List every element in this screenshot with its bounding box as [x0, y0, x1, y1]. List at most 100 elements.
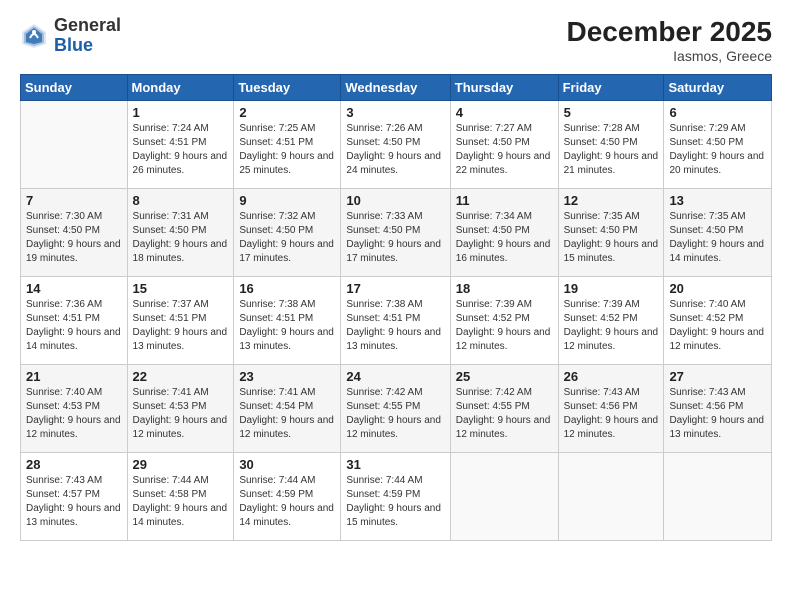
day-info: Sunrise: 7:24 AMSunset: 4:51 PMDaylight:…	[133, 122, 229, 178]
day-info: Sunrise: 7:43 AMSunset: 4:56 PMDaylight:…	[564, 386, 659, 442]
day-info: Sunrise: 7:27 AMSunset: 4:50 PMDaylight:…	[456, 122, 553, 178]
calendar-day-cell: 24 Sunrise: 7:42 AMSunset: 4:55 PMDayligh…	[341, 365, 450, 453]
calendar-day-cell: 12Sunrise: 7:35 AMSunset: 4:50 PMDayligh…	[558, 189, 664, 277]
day-number: 15	[133, 281, 229, 296]
day-info: Sunrise: 7:40 AMSunset: 4:52 PMDaylight:…	[669, 298, 766, 354]
calendar-week-row: 14Sunrise: 7:36 AMSunset: 4:51 PMDayligh…	[21, 277, 772, 365]
day-info: Sunrise: 7:43 AMSunset: 4:56 PMDaylight:…	[669, 386, 766, 442]
calendar-day-cell: 15 Sunrise: 7:37 AMSunset: 4:51 PMDayligh…	[127, 277, 234, 365]
day-info: Sunrise: 7:28 AMSunset: 4:50 PMDaylight:…	[564, 122, 659, 178]
day-info: Sunrise: 7:41 AMSunset: 4:53 PMDaylight:…	[133, 386, 229, 442]
day-info: Sunrise: 7:31 AMSunset: 4:50 PMDaylight:…	[133, 210, 229, 266]
calendar-week-row: 7 Sunrise: 7:30 AMSunset: 4:50 PMDaylight…	[21, 189, 772, 277]
logo: General Blue	[20, 16, 121, 56]
day-number: 10	[346, 193, 444, 208]
day-number: 27	[669, 369, 766, 384]
calendar-day-cell: 10Sunrise: 7:33 AMSunset: 4:50 PMDayligh…	[341, 189, 450, 277]
day-info: Sunrise: 7:39 AMSunset: 4:52 PMDaylight:…	[456, 298, 553, 354]
day-number: 23	[239, 369, 335, 384]
calendar-week-row: 21 Sunrise: 7:40 AMSunset: 4:53 PMDayligh…	[21, 365, 772, 453]
calendar-day-cell: 18 Sunrise: 7:39 AMSunset: 4:52 PMDayligh…	[450, 277, 558, 365]
day-number: 28	[26, 457, 122, 472]
calendar-week-row: 28 Sunrise: 7:43 AMSunset: 4:57 PMDayligh…	[21, 453, 772, 541]
day-info: Sunrise: 7:32 AMSunset: 4:50 PMDaylight:…	[239, 210, 335, 266]
day-header: Saturday	[664, 75, 772, 101]
day-info: Sunrise: 7:25 AMSunset: 4:51 PMDaylight:…	[239, 122, 335, 178]
day-info: Sunrise: 7:44 AMSunset: 4:59 PMDaylight:…	[346, 474, 444, 530]
day-header: Thursday	[450, 75, 558, 101]
calendar-day-cell: 8Sunrise: 7:31 AMSunset: 4:50 PMDaylight…	[127, 189, 234, 277]
calendar-day-cell: 26 Sunrise: 7:43 AMSunset: 4:56 PMDayligh…	[558, 365, 664, 453]
day-number: 4	[456, 105, 553, 120]
day-number: 20	[669, 281, 766, 296]
day-number: 9	[239, 193, 335, 208]
calendar-day-cell: 17 Sunrise: 7:38 AMSunset: 4:51 PMDayligh…	[341, 277, 450, 365]
day-number: 26	[564, 369, 659, 384]
page: General Blue December 2025 Iasmos, Greec…	[0, 0, 792, 612]
day-number: 21	[26, 369, 122, 384]
day-number: 17	[346, 281, 444, 296]
calendar-day-cell: 7 Sunrise: 7:30 AMSunset: 4:50 PMDaylight…	[21, 189, 128, 277]
day-info: Sunrise: 7:41 AMSunset: 4:54 PMDaylight:…	[239, 386, 335, 442]
calendar-day-cell: 5 Sunrise: 7:28 AMSunset: 4:50 PMDaylight…	[558, 101, 664, 189]
day-header: Wednesday	[341, 75, 450, 101]
header: General Blue December 2025 Iasmos, Greec…	[20, 16, 772, 64]
day-info: Sunrise: 7:35 AMSunset: 4:50 PMDaylight:…	[564, 210, 659, 266]
calendar-day-cell: 11Sunrise: 7:34 AMSunset: 4:50 PMDayligh…	[450, 189, 558, 277]
day-info: Sunrise: 7:39 AMSunset: 4:52 PMDaylight:…	[564, 298, 659, 354]
calendar-day-cell: 27 Sunrise: 7:43 AMSunset: 4:56 PMDayligh…	[664, 365, 772, 453]
calendar-day-cell: 20 Sunrise: 7:40 AMSunset: 4:52 PMDayligh…	[664, 277, 772, 365]
calendar-day-cell: 4 Sunrise: 7:27 AMSunset: 4:50 PMDaylight…	[450, 101, 558, 189]
day-number: 5	[564, 105, 659, 120]
day-info: Sunrise: 7:29 AMSunset: 4:50 PMDaylight:…	[669, 122, 766, 178]
day-info: Sunrise: 7:42 AMSunset: 4:55 PMDaylight:…	[346, 386, 444, 442]
day-info: Sunrise: 7:44 AMSunset: 4:58 PMDaylight:…	[133, 474, 229, 530]
day-header: Sunday	[21, 75, 128, 101]
calendar-day-cell: 23 Sunrise: 7:41 AMSunset: 4:54 PMDayligh…	[234, 365, 341, 453]
calendar-header-row: SundayMondayTuesdayWednesdayThursdayFrid…	[21, 75, 772, 101]
day-info: Sunrise: 7:37 AMSunset: 4:51 PMDaylight:…	[133, 298, 229, 354]
day-info: Sunrise: 7:34 AMSunset: 4:50 PMDaylight:…	[456, 210, 553, 266]
day-number: 22	[133, 369, 229, 384]
day-info: Sunrise: 7:35 AMSunset: 4:50 PMDaylight:…	[669, 210, 766, 266]
day-info: Sunrise: 7:43 AMSunset: 4:57 PMDaylight:…	[26, 474, 122, 530]
day-info: Sunrise: 7:38 AMSunset: 4:51 PMDaylight:…	[346, 298, 444, 354]
day-number: 30	[239, 457, 335, 472]
calendar-day-cell: 19 Sunrise: 7:39 AMSunset: 4:52 PMDayligh…	[558, 277, 664, 365]
calendar-day-cell: 22 Sunrise: 7:41 AMSunset: 4:53 PMDayligh…	[127, 365, 234, 453]
day-number: 19	[564, 281, 659, 296]
calendar-body: 1Sunrise: 7:24 AMSunset: 4:51 PMDaylight…	[21, 101, 772, 541]
calendar-week-row: 1Sunrise: 7:24 AMSunset: 4:51 PMDaylight…	[21, 101, 772, 189]
calendar-day-cell	[450, 453, 558, 541]
day-number: 6	[669, 105, 766, 120]
calendar-day-cell: 30Sunrise: 7:44 AMSunset: 4:59 PMDayligh…	[234, 453, 341, 541]
logo-text: General Blue	[54, 16, 121, 56]
calendar-subtitle: Iasmos, Greece	[567, 48, 772, 64]
day-number: 7	[26, 193, 122, 208]
calendar-day-cell: 25 Sunrise: 7:42 AMSunset: 4:55 PMDayligh…	[450, 365, 558, 453]
day-number: 25	[456, 369, 553, 384]
day-number: 16	[239, 281, 335, 296]
day-number: 3	[346, 105, 444, 120]
day-number: 31	[346, 457, 444, 472]
calendar-day-cell	[21, 101, 128, 189]
day-number: 29	[133, 457, 229, 472]
calendar-day-cell: 2Sunrise: 7:25 AMSunset: 4:51 PMDaylight…	[234, 101, 341, 189]
day-info: Sunrise: 7:26 AMSunset: 4:50 PMDaylight:…	[346, 122, 444, 178]
day-number: 18	[456, 281, 553, 296]
day-info: Sunrise: 7:40 AMSunset: 4:53 PMDaylight:…	[26, 386, 122, 442]
calendar-day-cell: 21 Sunrise: 7:40 AMSunset: 4:53 PMDayligh…	[21, 365, 128, 453]
calendar-table: SundayMondayTuesdayWednesdayThursdayFrid…	[20, 74, 772, 541]
day-number: 24	[346, 369, 444, 384]
day-header: Tuesday	[234, 75, 341, 101]
calendar-day-cell: 9 Sunrise: 7:32 AMSunset: 4:50 PMDaylight…	[234, 189, 341, 277]
day-info: Sunrise: 7:42 AMSunset: 4:55 PMDaylight:…	[456, 386, 553, 442]
calendar-day-cell: 3 Sunrise: 7:26 AMSunset: 4:50 PMDaylight…	[341, 101, 450, 189]
day-number: 13	[669, 193, 766, 208]
calendar-day-cell: 31 Sunrise: 7:44 AMSunset: 4:59 PMDayligh…	[341, 453, 450, 541]
calendar-day-cell	[558, 453, 664, 541]
calendar-day-cell: 28 Sunrise: 7:43 AMSunset: 4:57 PMDayligh…	[21, 453, 128, 541]
day-info: Sunrise: 7:30 AMSunset: 4:50 PMDaylight:…	[26, 210, 122, 266]
day-header: Friday	[558, 75, 664, 101]
calendar-day-cell: 1Sunrise: 7:24 AMSunset: 4:51 PMDaylight…	[127, 101, 234, 189]
